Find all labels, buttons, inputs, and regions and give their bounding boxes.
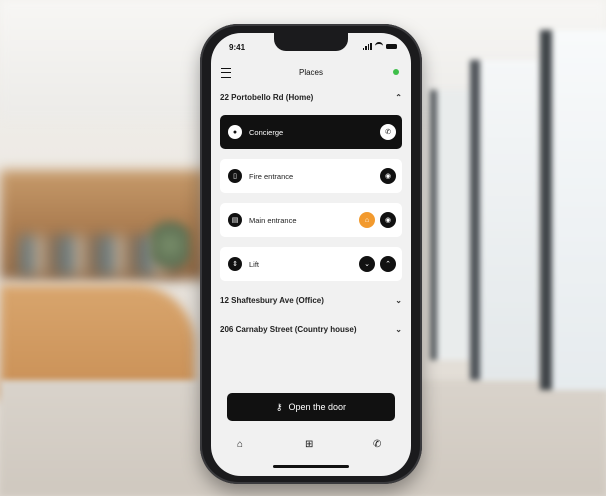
page-title: Places <box>298 68 323 77</box>
phone-screen: 9:41 Places 22 Portobello Rd (Home) ⌃ ● … <box>211 33 411 476</box>
entrance-row-concierge[interactable]: ● Concierge ✆ <box>220 115 402 149</box>
eye-icon[interactable]: ◉ <box>380 168 396 184</box>
place-name: 22 Portobello Rd (Home) <box>220 93 314 102</box>
entrance-label: Concierge <box>249 127 284 137</box>
chevron-down-icon[interactable]: ⌄ <box>359 256 375 272</box>
entrance-label: Lift <box>249 259 260 269</box>
lift-icon: ⇕ <box>228 257 242 271</box>
place-header-office[interactable]: 12 Shaftesbury Ave (Office) ⌄ <box>220 296 402 305</box>
home-indicator <box>273 465 349 468</box>
entrance-row-fire[interactable]: ▯ Fire entrance ◉ <box>220 159 402 193</box>
open-door-button[interactable]: ⚷ Open the door <box>227 393 395 421</box>
user-icon: ● <box>228 125 242 139</box>
open-door-label: Open the door <box>288 402 347 412</box>
chevron-up-icon[interactable]: ⌃ <box>380 256 396 272</box>
status-dot <box>393 69 399 75</box>
place-name: 12 Shaftesbury Ave (Office) <box>220 296 324 305</box>
status-time: 9:41 <box>229 43 246 52</box>
phone-icon[interactable]: ✆ <box>373 439 381 450</box>
plus-square-icon[interactable]: ⊞ <box>305 439 313 450</box>
tab-bar: ⌂ ⊞ ✆ <box>211 433 411 463</box>
place-header-country[interactable]: 206 Carnaby Street (Country house) ⌄ <box>220 325 402 334</box>
entrance-label: Fire entrance <box>249 171 294 181</box>
entrance-row-lift[interactable]: ⇕ Lift ⌄ ⌃ <box>220 247 402 281</box>
home-icon[interactable]: ⌂ <box>237 439 243 450</box>
chevron-down-icon: ⌄ <box>395 296 402 305</box>
top-bar: Places <box>211 63 411 83</box>
door-icon: ▯ <box>228 169 242 183</box>
lock-icon[interactable]: ⌂ <box>359 212 375 228</box>
place-name: 206 Carnaby Street (Country house) <box>220 325 357 334</box>
entrance-row-main[interactable]: ▤ Main entrance ⌂ ◉ <box>220 203 402 237</box>
battery-icon <box>386 43 397 49</box>
place-header-home[interactable]: 22 Portobello Rd (Home) ⌃ <box>220 93 402 102</box>
gate-icon: ▤ <box>228 213 242 227</box>
entrance-label: Main entrance <box>249 215 297 225</box>
eye-icon[interactable]: ◉ <box>380 212 396 228</box>
signal-icon <box>362 42 372 50</box>
status-icons <box>362 42 397 50</box>
phone-icon[interactable]: ✆ <box>380 124 396 140</box>
key-icon: ⚷ <box>275 401 283 412</box>
chevron-up-icon: ⌃ <box>395 93 402 102</box>
wifi-icon <box>375 42 383 50</box>
chevron-down-icon: ⌄ <box>395 325 402 334</box>
notch <box>274 33 348 51</box>
